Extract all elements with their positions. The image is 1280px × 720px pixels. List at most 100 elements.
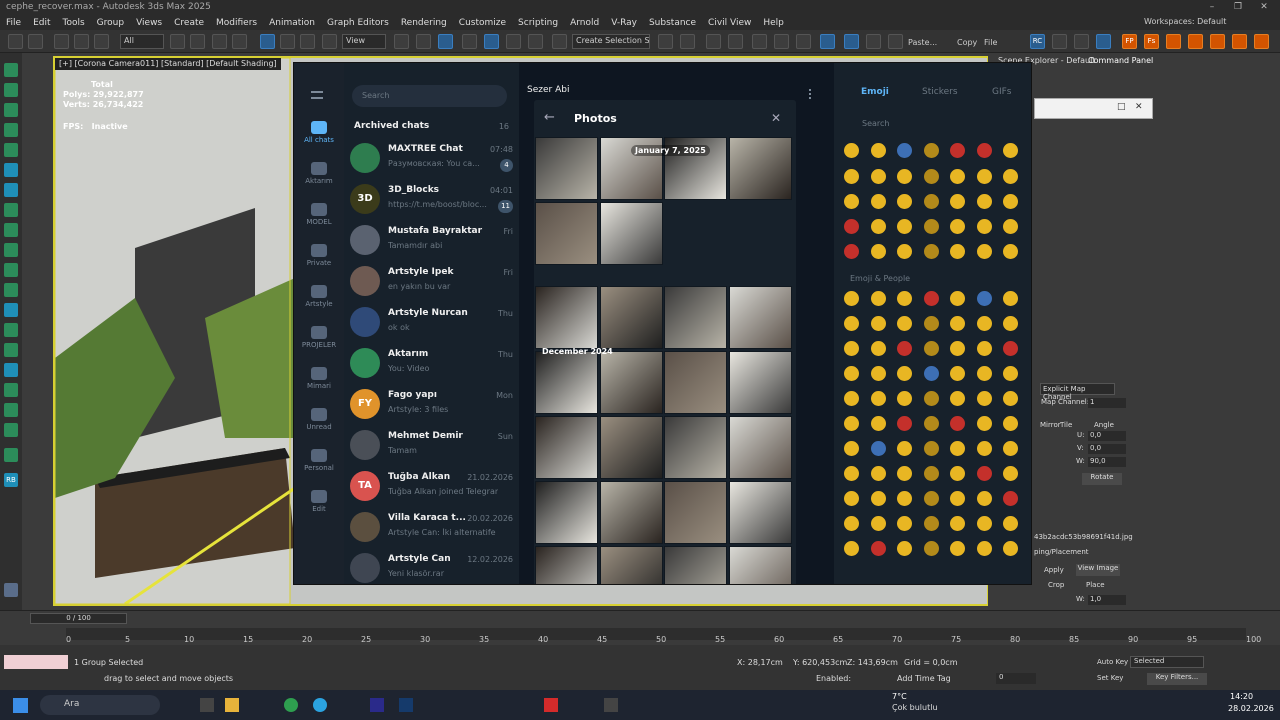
emoji-icon[interactable] bbox=[950, 169, 965, 184]
reference-coord-dropdown[interactable]: View bbox=[342, 34, 386, 49]
emoji-icon[interactable] bbox=[897, 291, 912, 306]
premiere-icon[interactable] bbox=[370, 698, 384, 712]
emoji-icon[interactable] bbox=[897, 219, 912, 234]
align-icon[interactable] bbox=[680, 34, 695, 49]
spinner-snap-icon[interactable] bbox=[528, 34, 543, 49]
chat-item[interactable]: Artstyle Can Yeni klasör.rar 12.02.2026 bbox=[344, 548, 519, 584]
keyboard-shortcut-icon[interactable] bbox=[438, 34, 453, 49]
v-angle-input[interactable]: 0,0 bbox=[1088, 444, 1126, 454]
task-view-icon[interactable] bbox=[200, 698, 214, 712]
file-button[interactable]: File bbox=[984, 38, 997, 47]
emoji-icon[interactable] bbox=[923, 316, 939, 331]
z-coordinate[interactable]: 143,69cm bbox=[858, 658, 898, 667]
menu-item[interactable]: File bbox=[0, 18, 27, 28]
modify-icon[interactable] bbox=[4, 163, 18, 177]
window-crossing-icon[interactable] bbox=[232, 34, 247, 49]
emoji-icon[interactable] bbox=[923, 244, 939, 259]
emoji-icon[interactable] bbox=[897, 316, 912, 331]
emoji-icon[interactable] bbox=[923, 441, 939, 456]
systems-icon[interactable] bbox=[4, 303, 18, 317]
emoji-icon[interactable] bbox=[976, 341, 992, 356]
photo-thumbnail[interactable] bbox=[599, 416, 663, 479]
u-angle-input[interactable]: 0,0 bbox=[1088, 431, 1126, 441]
angle-snap-icon[interactable] bbox=[484, 34, 499, 49]
emoji-icon[interactable] bbox=[870, 466, 886, 481]
emoji-icon[interactable] bbox=[950, 194, 965, 209]
weather-temp[interactable]: 7°C bbox=[892, 692, 907, 701]
named-selection-dropdown[interactable]: Create Selection Se bbox=[572, 34, 650, 49]
emoji-icon[interactable] bbox=[844, 316, 859, 331]
chat-item[interactable]: Mustafa Bayraktar Tamamdır abi Fri bbox=[344, 220, 519, 261]
emoji-icon[interactable] bbox=[950, 244, 965, 259]
emoji-icon[interactable] bbox=[844, 244, 859, 259]
emoji-icon[interactable] bbox=[870, 143, 886, 158]
current-frame-input[interactable]: 0 bbox=[996, 673, 1036, 684]
folder-tab[interactable]: Private bbox=[294, 244, 344, 267]
emoji-icon[interactable] bbox=[1003, 169, 1018, 184]
edit-named-sets-icon[interactable] bbox=[552, 34, 567, 49]
emoji-icon[interactable] bbox=[950, 516, 965, 531]
time-slider[interactable]: 0 / 100 bbox=[30, 613, 127, 624]
set-key-button[interactable]: Set Key bbox=[1097, 674, 1123, 682]
pivot-icon[interactable] bbox=[394, 34, 409, 49]
render-setup-icon[interactable] bbox=[820, 34, 835, 49]
close-photos-icon[interactable]: ✕ bbox=[771, 111, 781, 125]
folder-tab[interactable]: Personal bbox=[294, 449, 344, 472]
photo-thumbnail[interactable] bbox=[664, 481, 727, 544]
emoji-icon[interactable] bbox=[897, 416, 912, 431]
select-by-name-icon[interactable] bbox=[190, 34, 205, 49]
emoji-icon[interactable] bbox=[976, 541, 992, 556]
cameras-icon[interactable] bbox=[4, 143, 18, 157]
stickers-tab[interactable]: Stickers bbox=[922, 87, 958, 97]
geometry-icon[interactable] bbox=[4, 83, 18, 97]
chat-item[interactable]: Aktarım You: Video Thu bbox=[344, 343, 519, 384]
emoji-icon[interactable] bbox=[923, 541, 939, 556]
folder-tab[interactable]: Edit bbox=[294, 490, 344, 513]
plugin-icon-5[interactable] bbox=[1188, 34, 1203, 49]
emoji-icon[interactable] bbox=[870, 194, 886, 209]
render-production-icon[interactable] bbox=[866, 34, 881, 49]
emoji-icon[interactable] bbox=[844, 291, 859, 306]
plugin-icon-2[interactable] bbox=[1074, 34, 1089, 49]
photo-thumbnail[interactable] bbox=[599, 481, 663, 544]
photo-thumbnail[interactable] bbox=[535, 481, 598, 544]
map-channel-input[interactable]: 1 bbox=[1088, 398, 1126, 408]
more-icon[interactable] bbox=[809, 89, 818, 99]
emoji-icon[interactable] bbox=[844, 143, 859, 158]
menu-item[interactable]: Graph Editors bbox=[321, 18, 395, 28]
folder-tab[interactable]: Mimari bbox=[294, 367, 344, 390]
emoji-icon[interactable] bbox=[1003, 466, 1018, 481]
photo-thumbnail[interactable] bbox=[728, 351, 792, 414]
shapes-icon[interactable] bbox=[4, 103, 18, 117]
display-icon[interactable] bbox=[4, 223, 18, 237]
auto-key-button[interactable]: Auto Key bbox=[1097, 658, 1128, 666]
emoji-icon[interactable] bbox=[897, 516, 912, 531]
view-image-button[interactable]: View Image bbox=[1076, 564, 1120, 576]
clock-date[interactable]: 28.02.2026 bbox=[1228, 704, 1274, 713]
emoji-search-input[interactable]: Search bbox=[842, 116, 932, 132]
curve-editor-icon[interactable] bbox=[752, 34, 767, 49]
emoji-icon[interactable] bbox=[1003, 491, 1018, 506]
tool-icon-19[interactable] bbox=[4, 423, 18, 437]
photo-thumbnail[interactable] bbox=[535, 546, 598, 584]
utilities-icon[interactable] bbox=[4, 243, 18, 257]
menu-item[interactable]: Scripting bbox=[512, 18, 564, 28]
menu-item[interactable]: Modifiers bbox=[210, 18, 263, 28]
emoji-icon[interactable] bbox=[923, 341, 939, 356]
emoji-icon[interactable] bbox=[923, 169, 939, 184]
viewport-label[interactable]: [+] [Corona Camera011] [Standard] [Defau… bbox=[55, 58, 281, 70]
float-maximize-icon[interactable]: □ bbox=[1117, 102, 1126, 112]
folder-tab[interactable]: PROJELER bbox=[294, 326, 344, 349]
emoji-icon[interactable] bbox=[923, 219, 939, 234]
chat-header-name[interactable]: Sezer Abi bbox=[527, 85, 569, 95]
tool-icon-14[interactable] bbox=[4, 323, 18, 337]
emoji-icon[interactable] bbox=[1003, 194, 1018, 209]
bind-icon[interactable] bbox=[94, 34, 109, 49]
emoji-icon[interactable] bbox=[950, 143, 965, 158]
chat-item[interactable]: 3D 3D_Blocks https://t.me/boost/bloc... 04:… bbox=[344, 179, 519, 220]
rendered-frame-window-icon[interactable] bbox=[844, 34, 859, 49]
emoji-icon[interactable] bbox=[844, 391, 859, 406]
photo-thumbnail[interactable] bbox=[599, 546, 663, 584]
emoji-icon[interactable] bbox=[870, 169, 886, 184]
emoji-icon[interactable] bbox=[950, 341, 965, 356]
